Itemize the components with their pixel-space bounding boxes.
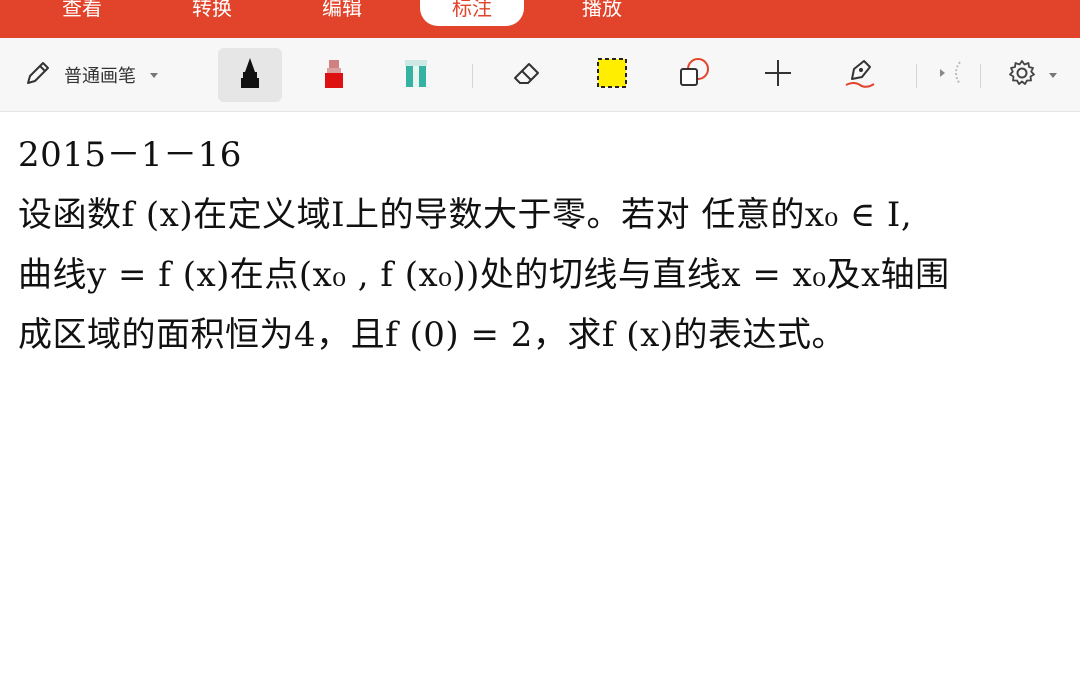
red-marker-icon: [321, 56, 347, 94]
rectangle-select-icon: [595, 56, 629, 94]
black-marker-icon: [237, 56, 263, 94]
eraser-button[interactable]: [496, 48, 560, 102]
pen-type-label: 普通画笔: [64, 66, 136, 87]
problem-date: 2015－1－16: [18, 135, 242, 175]
chevron-down-icon: [150, 72, 158, 78]
problem-text-line-3: 成区域的面积恒为4，且f (0) = 2，求f (x)的表达式。: [18, 315, 847, 355]
pencil-icon: [22, 57, 54, 93]
eraser-icon: [511, 56, 545, 94]
highlighter-icon: [402, 56, 430, 94]
rectangle-select-button[interactable]: [580, 48, 644, 102]
sign-button[interactable]: [828, 48, 892, 102]
plus-icon: [762, 57, 794, 93]
pen-type-dropdown[interactable]: 普通画笔: [22, 48, 192, 102]
toolbar-divider: [472, 64, 473, 88]
problem-text-line-1: 设函数f (x)在定义域I上的导数大于零。若对 任意的x₀ ∈ I,: [18, 195, 913, 235]
pen-sign-icon: [842, 55, 878, 95]
shape-button[interactable]: [662, 48, 726, 102]
settings-button[interactable]: [996, 48, 1068, 102]
ribbon-tab-bar: 查看 转换 编辑 标注 播放: [0, 0, 1080, 38]
red-marker-button[interactable]: [302, 48, 366, 102]
laser-pointer-icon: [932, 58, 972, 92]
tab-annotate[interactable]: 标注: [420, 0, 524, 26]
tab-convert[interactable]: 转换: [160, 0, 264, 26]
add-button[interactable]: [746, 48, 810, 102]
tab-edit[interactable]: 编辑: [290, 0, 394, 26]
chevron-down-icon: [1049, 72, 1057, 78]
black-marker-button[interactable]: [218, 48, 282, 102]
shape-icon: [676, 55, 712, 95]
document-page: 2015－1－16 设函数f (x)在定义域I上的导数大于零。若对 任意的x₀ …: [0, 113, 1080, 675]
annotation-toolbar: 普通画笔: [0, 38, 1080, 112]
settings-icon: [1007, 58, 1037, 92]
tab-view[interactable]: 查看: [30, 0, 134, 26]
toolbar-divider-3: [980, 64, 981, 88]
problem-text-line-2: 曲线y = f (x)在点(x₀ , f (x₀))处的切线与直线x = x₀及…: [18, 255, 950, 295]
toolbar-divider-2: [916, 64, 917, 88]
laser-pointer-button[interactable]: [928, 48, 976, 102]
tab-play[interactable]: 播放: [550, 0, 654, 26]
highlighter-button[interactable]: [384, 48, 448, 102]
